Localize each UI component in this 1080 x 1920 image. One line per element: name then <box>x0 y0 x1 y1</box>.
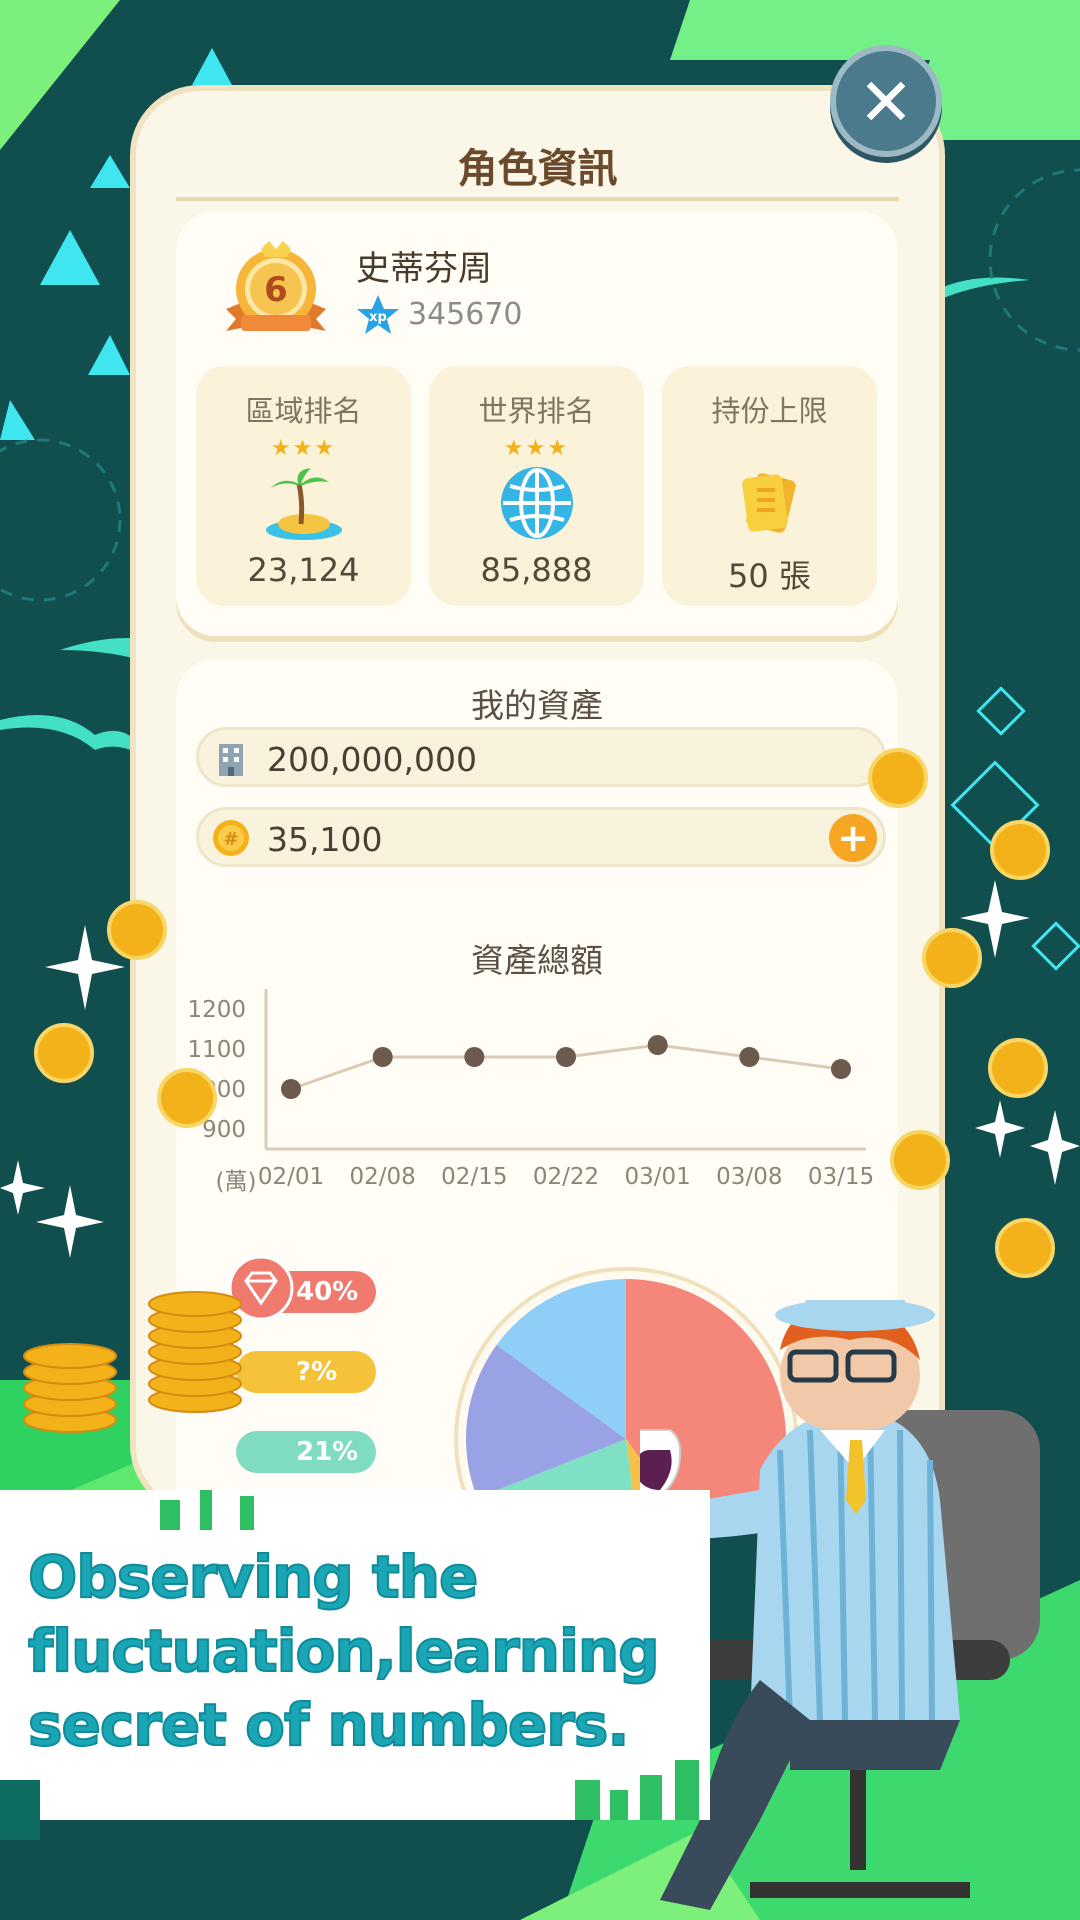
chart-title: 資產總額 <box>471 941 603 980</box>
coin-icon: # <box>213 820 249 856</box>
stat-label: 持份上限 <box>711 394 828 428</box>
globe-icon <box>501 467 573 539</box>
xp-star-icon: xp <box>357 295 399 334</box>
svg-text:#: # <box>223 829 238 850</box>
data-point <box>464 1047 485 1067</box>
data-point <box>739 1047 760 1067</box>
property-value-field: 200,000,000 <box>196 727 886 787</box>
star-rating: ★★★ <box>503 436 570 461</box>
world-rank-box[interactable]: 世界排名 ★★★ 85,888 <box>429 366 644 606</box>
ticket-icon <box>742 473 796 533</box>
y-tick-label: 1200 <box>187 997 246 1023</box>
stat-value: 23,124 <box>247 551 360 589</box>
banner-slogan: Observing the fluctuation,learning secre… <box>27 1540 728 1762</box>
legend-pill-1: ?% <box>236 1351 376 1393</box>
close-button[interactable]: ✕ <box>830 45 942 157</box>
slogan-line-1: Observing the <box>27 1542 479 1612</box>
close-icon: ✕ <box>858 64 914 141</box>
legend-value: ?% <box>296 1357 338 1387</box>
data-point <box>831 1059 851 1079</box>
slogan-line-2: fluctuation,learning <box>27 1616 661 1686</box>
add-coins-button[interactable]: + <box>829 814 877 862</box>
x-tick-label: 02/22 <box>533 1164 599 1190</box>
x-tick-label: 02/01 <box>258 1164 324 1190</box>
coin-value: 35,100 <box>267 820 383 859</box>
y-tick-label: 1100 <box>187 1037 246 1063</box>
xp-label: xp <box>369 310 387 325</box>
player-name: 史蒂芬周 <box>356 249 492 289</box>
data-point <box>372 1047 393 1067</box>
star-rating: ★★★ <box>270 436 337 461</box>
assets-title: 我的資產 <box>471 686 603 725</box>
x-tick-label: 02/15 <box>441 1164 507 1190</box>
stat-label: 世界排名 <box>478 394 595 428</box>
y-tick-label: 1000 <box>187 1077 246 1103</box>
property-value: 200,000,000 <box>267 740 477 779</box>
title-divider <box>176 197 899 201</box>
asset-total-line-chart: 1200 1100 1000 900 (萬) 02/01 02/08 02/15 02/22 03… <box>187 989 874 1195</box>
island-icon <box>266 468 342 540</box>
x-tick-label: 03/08 <box>716 1164 782 1190</box>
regional-rank-box[interactable]: 區域排名 ★★★ 23,124 <box>196 366 411 606</box>
xp-value: 345670 <box>408 297 523 332</box>
y-unit-label: (萬) <box>216 1169 257 1195</box>
x-tick-label: 02/08 <box>350 1164 416 1190</box>
building-icon <box>219 744 243 776</box>
slogan-line-3: secret of numbers. <box>27 1690 630 1760</box>
y-tick-label: 900 <box>202 1117 246 1143</box>
stat-value: 50 張 <box>728 557 811 595</box>
data-point <box>647 1035 668 1055</box>
data-point <box>556 1047 576 1067</box>
panel-title: 角色資訊 <box>457 146 618 192</box>
stat-label: 區域排名 <box>245 394 362 428</box>
holding-limit-box[interactable]: 持份上限 50 張 <box>662 366 877 606</box>
data-point <box>281 1079 301 1099</box>
stat-value: 85,888 <box>480 551 593 589</box>
profile-card: 6 史蒂芬周 xp 345670 區域排名 ★★★ 23,124 世界排名 ★★… <box>176 211 898 636</box>
x-tick-label: 03/01 <box>625 1164 691 1190</box>
level-number: 6 <box>264 270 288 310</box>
coin-balance-field: # 35,100 + <box>196 807 886 867</box>
legend-value: 40% <box>296 1277 359 1307</box>
diamond-icon <box>228 1255 294 1321</box>
x-tick-label: 03/15 <box>808 1164 874 1190</box>
level-badge-icon: 6 <box>226 241 326 331</box>
